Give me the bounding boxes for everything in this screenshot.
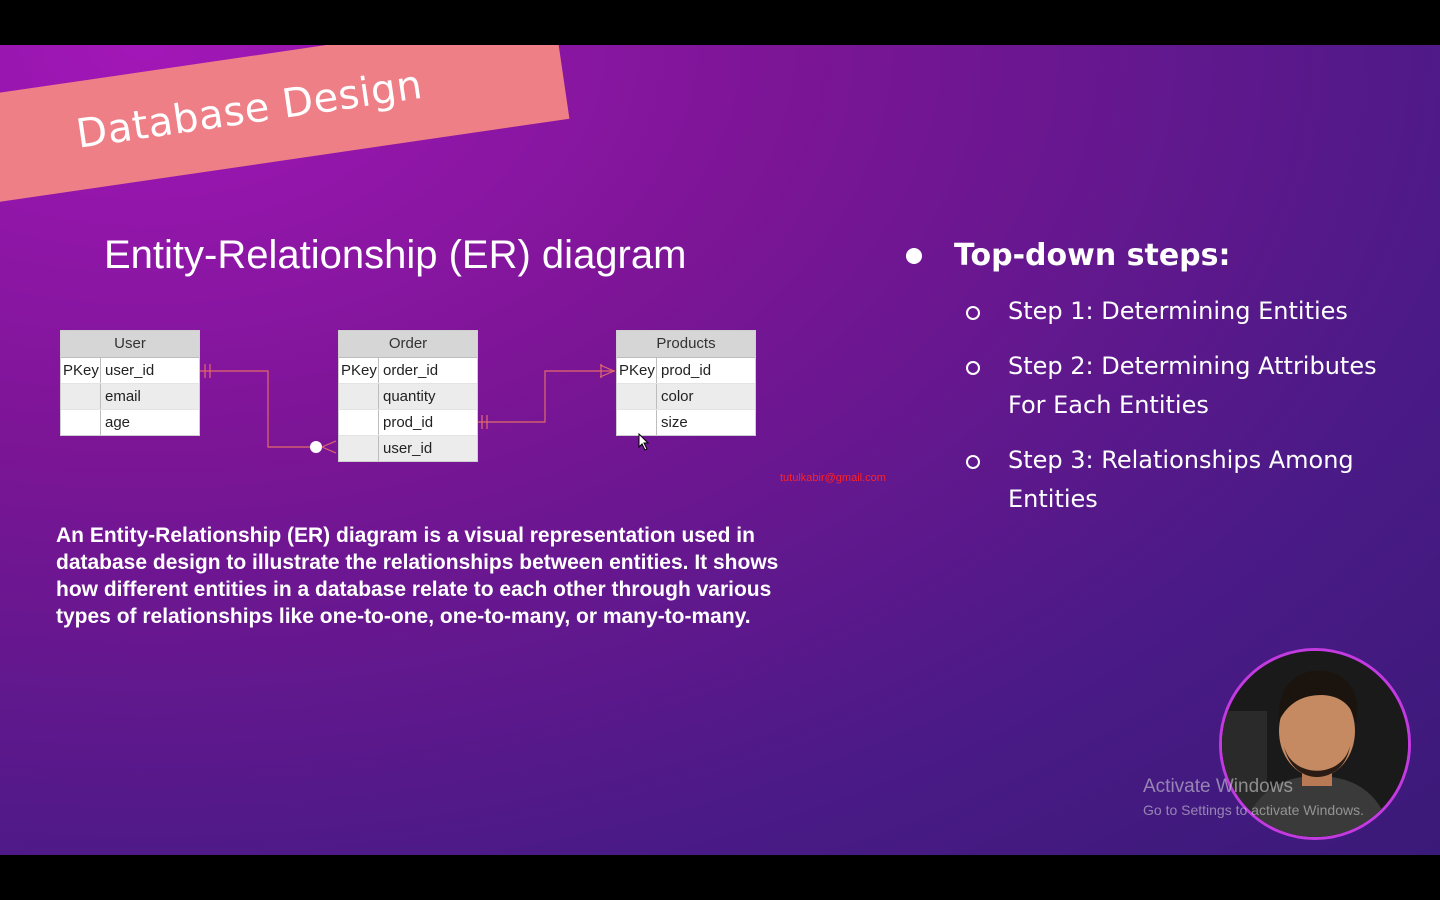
table-row: prod_id bbox=[339, 410, 477, 436]
key-cell: PKey bbox=[617, 358, 657, 383]
field-cell: prod_id bbox=[661, 362, 712, 379]
field-cell: email bbox=[105, 388, 141, 405]
presentation-slide: Database Design Entity-Relationship (ER)… bbox=[0, 45, 1440, 855]
entity-table-order: Order PKey order_id quantity prod_id user… bbox=[338, 330, 478, 462]
step-item: Step 1: Determining Entities bbox=[966, 292, 1418, 331]
email-watermark: tutulkabir@gmail.com bbox=[780, 472, 886, 484]
key-cell bbox=[617, 410, 657, 435]
field-cell: order_id bbox=[383, 362, 439, 379]
table-row: email bbox=[61, 384, 199, 410]
zero-mark-order bbox=[310, 441, 322, 453]
crow-foot-products-2 bbox=[599, 370, 615, 378]
table-row: age bbox=[61, 410, 199, 435]
table-row: PKey order_id bbox=[339, 358, 477, 384]
key-cell bbox=[339, 436, 379, 461]
hollow-bullet-icon bbox=[966, 455, 980, 469]
hollow-bullet-icon bbox=[966, 361, 980, 375]
windows-activation-watermark: Activate Windows Go to Settings to activ… bbox=[1143, 776, 1364, 818]
er-description: An Entity-Relationship (ER) diagram is a… bbox=[56, 524, 779, 628]
key-cell bbox=[61, 410, 101, 435]
field-cell: color bbox=[661, 388, 694, 405]
bullet-icon bbox=[906, 247, 922, 264]
steps-title: Top-down steps: bbox=[954, 238, 1231, 273]
step-item: Step 2: Determining Attributes For Each … bbox=[966, 347, 1418, 425]
key-cell bbox=[339, 410, 379, 435]
table-row: PKey user_id bbox=[61, 358, 199, 384]
letterbox-top bbox=[0, 0, 1440, 45]
step-text: Step 2: Determining Attributes For Each … bbox=[1008, 352, 1377, 419]
table-header: User bbox=[61, 331, 199, 358]
mouse-cursor-icon bbox=[638, 433, 650, 451]
key-cell: PKey bbox=[61, 358, 101, 383]
table-row: color bbox=[617, 384, 755, 410]
table-header: Products bbox=[617, 331, 755, 358]
entity-table-products: Products PKey prod_id color size bbox=[616, 330, 756, 436]
step-text: Step 3: Relationships Among Entities bbox=[1008, 446, 1354, 513]
field-cell: quantity bbox=[383, 388, 436, 405]
hollow-bullet-icon bbox=[966, 306, 980, 320]
crow-foot-order-2 bbox=[321, 446, 337, 454]
crow-foot-products-1 bbox=[599, 364, 615, 372]
steps-heading: Top-down steps: bbox=[906, 238, 1231, 273]
crow-foot-order-1 bbox=[321, 440, 337, 448]
letterbox-bottom bbox=[0, 855, 1440, 900]
key-cell bbox=[61, 384, 101, 409]
table-row: user_id bbox=[339, 436, 477, 461]
watermark-line-1: Activate Windows bbox=[1143, 776, 1293, 797]
key-cell: PKey bbox=[339, 358, 379, 383]
key-cell bbox=[339, 384, 379, 409]
order-products-connector bbox=[476, 370, 615, 423]
field-cell: user_id bbox=[105, 362, 155, 379]
step-item: Step 3: Relationships Among Entities bbox=[966, 441, 1418, 519]
table-row: PKey prod_id bbox=[617, 358, 755, 384]
table-header: Order bbox=[339, 331, 477, 358]
key-cell bbox=[617, 384, 657, 409]
entity-table-user: User PKey user_id email age bbox=[60, 330, 200, 436]
table-row: quantity bbox=[339, 384, 477, 410]
user-order-connector bbox=[198, 370, 320, 448]
field-cell: prod_id bbox=[383, 414, 434, 431]
field-cell: age bbox=[105, 414, 131, 431]
field-cell: user_id bbox=[383, 440, 433, 457]
table-row: size bbox=[617, 410, 755, 435]
field-cell: size bbox=[661, 414, 688, 431]
step-text: Step 1: Determining Entities bbox=[1008, 297, 1348, 325]
watermark-line-2: Go to Settings to activate Windows. bbox=[1143, 802, 1364, 818]
